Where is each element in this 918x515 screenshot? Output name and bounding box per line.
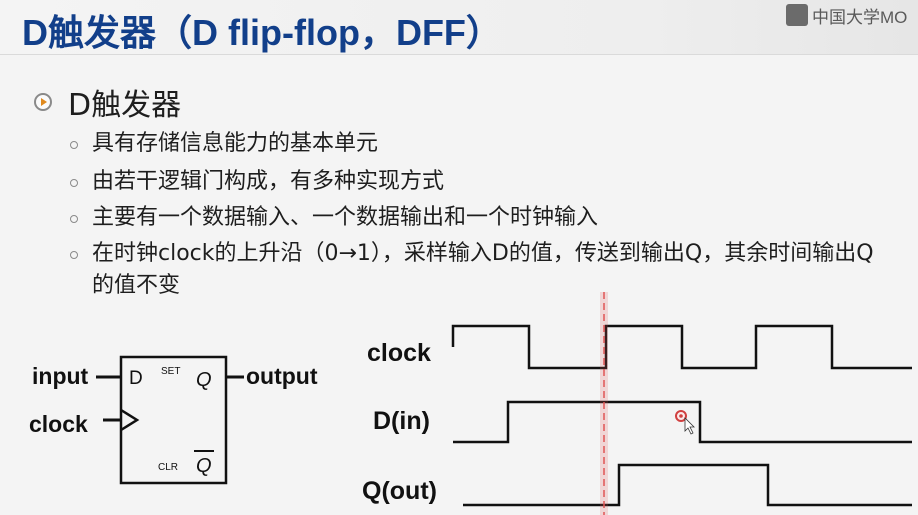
q-out-wave — [463, 463, 912, 507]
d-flip-flop-symbol: input clock output D SET Q CLR Q — [29, 355, 318, 485]
wave-label-clock: clock — [367, 339, 431, 367]
waveforms: clock D(in) Q(out) — [362, 292, 912, 515]
timing-diagram: input clock output D SET Q CLR Q clock D… — [29, 292, 912, 515]
wave-label-d-in: D(in) — [373, 407, 430, 435]
wave-label-q-out: Q(out) — [362, 477, 437, 505]
mouse-cursor-icon — [675, 410, 695, 435]
pin-qbar: Q — [196, 455, 212, 477]
ff-clock-label: clock — [29, 411, 88, 437]
pin-clr: CLR — [158, 462, 178, 473]
clock-triangle-icon — [120, 408, 140, 432]
ff-input-label: input — [32, 363, 89, 389]
pin-set: SET — [161, 366, 180, 377]
pin-q: Q — [196, 369, 212, 391]
pin-d: D — [129, 368, 143, 389]
clock-wave — [451, 324, 912, 370]
d-in-wave — [453, 400, 912, 444]
ff-output-label: output — [246, 363, 318, 389]
